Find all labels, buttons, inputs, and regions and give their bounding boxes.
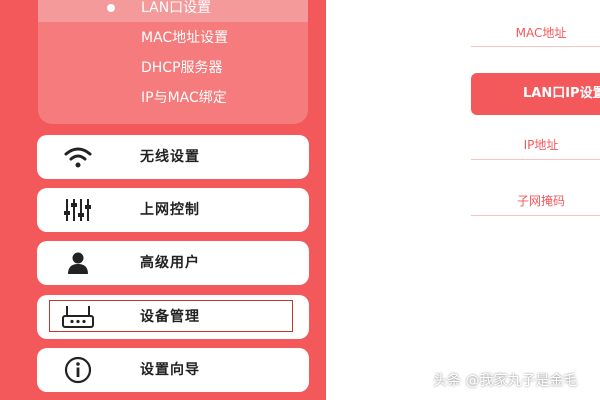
lan-submenu: LAN口设置 MAC地址设置 DHCP服务器 IP与MAC绑定 (38, 0, 308, 124)
submenu-item-label: LAN口设置 (141, 0, 212, 16)
menu-label: 设备管理 (140, 309, 200, 325)
lan-ip-settings-button[interactable]: LAN口IP设置 (471, 73, 600, 115)
sidebar: LAN口设置 MAC地址设置 DHCP服务器 IP与MAC绑定 无线设置 上网控… (0, 0, 326, 400)
menu-internet-control-button[interactable]: 上网控制 (37, 188, 309, 232)
menu-label: 设置向导 (140, 362, 200, 378)
info-icon (59, 356, 97, 384)
sliders-icon (59, 196, 97, 224)
ip-address-label: IP地址 (523, 138, 559, 152)
watermark: 头条 @我家丸子是金毛 (433, 373, 578, 389)
submenu-item-mac[interactable]: MAC地址设置 (38, 24, 308, 52)
submenu-item-label: DHCP服务器 (141, 60, 223, 76)
menu-advanced-user-button[interactable]: 高级用户 (37, 241, 309, 285)
submenu-item-dhcp[interactable]: DHCP服务器 (38, 54, 308, 82)
mac-address-label: MAC地址 (515, 26, 567, 40)
user-icon (59, 249, 97, 277)
menu-label: 无线设置 (140, 149, 200, 165)
menu-label: 高级用户 (140, 255, 200, 271)
menu-device-management-button[interactable]: 设备管理 (37, 295, 309, 339)
subnet-mask-label: 子网掩码 (516, 194, 565, 208)
active-bullet-icon (107, 4, 115, 12)
menu-wireless-button[interactable]: 无线设置 (37, 135, 309, 179)
submenu-item-lan[interactable]: LAN口设置 (38, 0, 308, 22)
submenu-item-ip-mac-binding[interactable]: IP与MAC绑定 (38, 84, 308, 112)
router-icon (59, 303, 97, 331)
menu-label: 上网控制 (140, 202, 200, 218)
divider (471, 215, 600, 216)
divider (471, 159, 600, 160)
divider (471, 46, 600, 47)
wifi-icon (59, 143, 97, 171)
submenu-item-label: MAC地址设置 (141, 30, 229, 46)
menu-setup-wizard-button[interactable]: 设置向导 (37, 348, 309, 392)
submenu-item-label: IP与MAC绑定 (141, 90, 227, 106)
